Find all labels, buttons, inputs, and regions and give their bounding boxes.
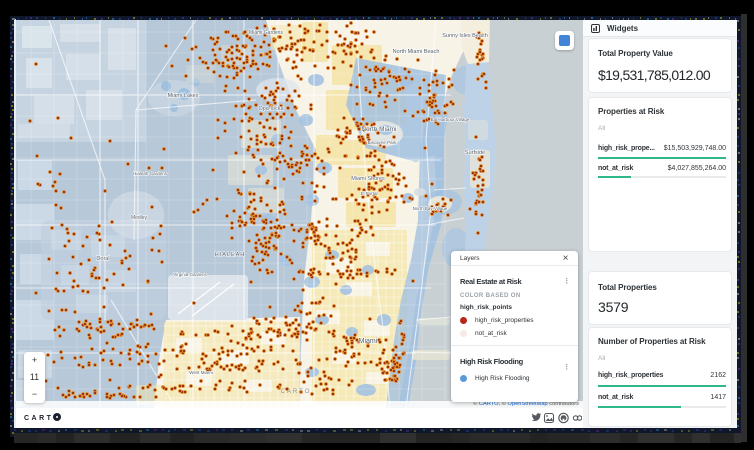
svg-text:Hialeah Gardens: Hialeah Gardens <box>133 171 168 176</box>
svg-text:Miami Lakes: Miami Lakes <box>168 93 199 99</box>
svg-text:North Miami Beach: North Miami Beach <box>393 49 440 55</box>
svg-text:Bal Harbour Village: Bal Harbour Village <box>431 117 470 122</box>
svg-text:Virginia Gardens: Virginia Gardens <box>173 272 207 277</box>
svg-text:Medley: Medley <box>131 215 148 221</box>
svg-text:HIALEAH: HIALEAH <box>215 252 246 258</box>
svg-text:North Bay Village: North Bay Village <box>413 206 448 211</box>
svg-text:Biscayne Park: Biscayne Park <box>368 140 398 145</box>
svg-text:CARTO: CARTO <box>281 389 312 395</box>
svg-text:Opa-locka: Opa-locka <box>258 106 284 112</box>
svg-text:Surfside: Surfside <box>465 150 485 156</box>
svg-text:Sunny Isles Beach: Sunny Isles Beach <box>442 33 488 39</box>
svg-text:Miami Shores: Miami Shores <box>351 176 385 182</box>
svg-text:Miami Gardens: Miami Gardens <box>249 30 283 36</box>
svg-text:North Miami: North Miami <box>361 126 396 133</box>
svg-text:Miami: Miami <box>359 338 378 345</box>
svg-text:Doral: Doral <box>96 256 109 262</box>
svg-text:West Miami: West Miami <box>189 370 212 375</box>
svg-text:El Portal: El Portal <box>360 191 377 196</box>
